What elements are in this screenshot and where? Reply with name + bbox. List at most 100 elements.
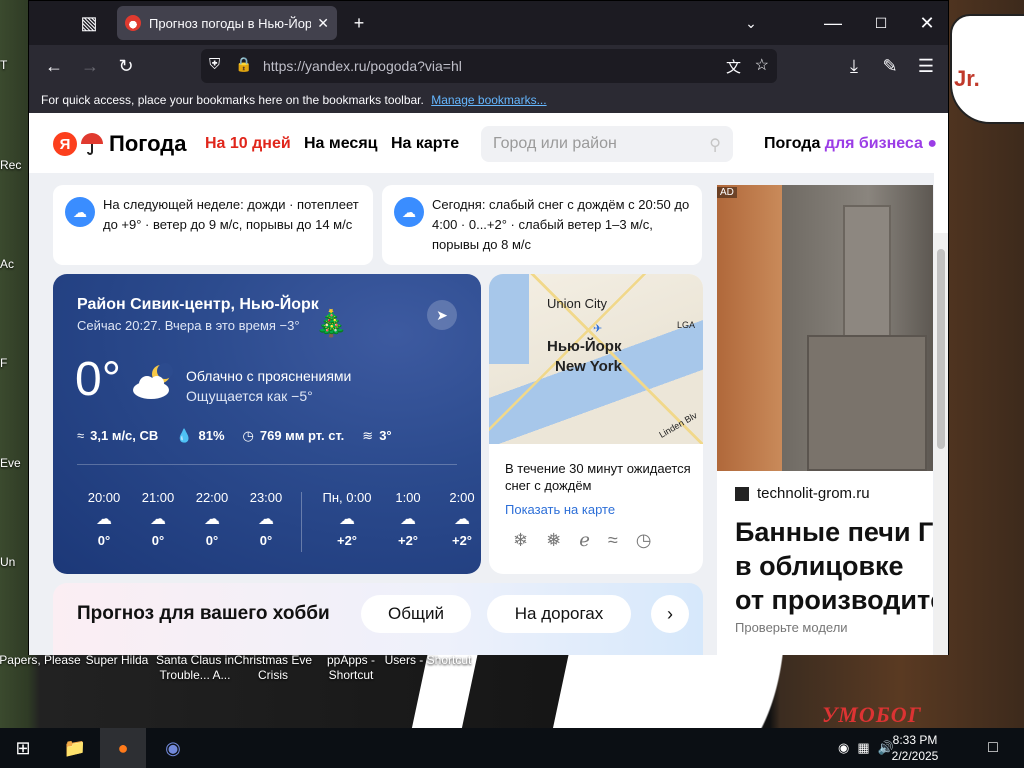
network-icon[interactable]: ▦ [857, 740, 869, 756]
location-name[interactable]: Район Сивик-центр, Нью-Йорк [77, 296, 319, 314]
weather-map[interactable]: Union City Нью-Йорк New York LGA Linden … [489, 274, 703, 444]
desktop-icon[interactable]: Users - Shortcut [384, 653, 472, 668]
url-bar[interactable]: ⛨ 🔒 https://yandex.ru/pogoda?via=hl 文 ☆ [201, 49, 777, 83]
desktop-edge-label[interactable]: Rec [0, 158, 30, 172]
humidity-icon: 💧 [176, 428, 193, 443]
forward-icon[interactable]: → [75, 51, 105, 81]
advertisement[interactable]: AD technolit-grom.ru Банные печи Г в обл… [717, 185, 933, 655]
current-temperature: 0° [75, 353, 121, 406]
chevron-down-icon[interactable]: ⌄ [737, 9, 765, 37]
desktop-icon[interactable]: ppApps - Shortcut [307, 653, 395, 683]
search-icon[interactable]: ⚲ [709, 135, 721, 155]
desktop-edge-label[interactable]: F [0, 356, 30, 370]
clock[interactable]: 8:33 PM 2/2/2025 [886, 732, 944, 764]
reload-icon[interactable]: ↻ [111, 51, 141, 81]
snow-rain-icon: ☁ [150, 511, 166, 528]
site-logo[interactable]: Я Погода [53, 131, 186, 157]
extensions-icon[interactable]: ✎ [875, 51, 905, 81]
hour-time: 21:00 [141, 490, 175, 505]
ad-headline[interactable]: Банные печи Г в облицовке от производите… [735, 515, 933, 639]
chevron-right-icon[interactable]: › [651, 595, 689, 633]
file-explorer-icon[interactable]: 📁 [52, 728, 98, 768]
windows-start-icon[interactable]: ⊞ [0, 728, 46, 768]
desktop-edge-label[interactable]: Eve [0, 456, 30, 470]
show-on-map-link[interactable]: Показать на карте [505, 502, 615, 517]
hour-temp: 0° [205, 533, 219, 548]
precipitation-icon[interactable]: ❄ [513, 530, 528, 551]
city-search-input[interactable]: Город или район ⚲ [481, 126, 733, 162]
firefox-icon[interactable]: ● [100, 728, 146, 768]
download-icon[interactable]: ⤓ [839, 51, 869, 81]
hourly-item[interactable]: 1:00 ☁ +2° [383, 490, 433, 548]
thermometer-icon[interactable]: ℯ [579, 530, 590, 551]
manage-bookmarks-link[interactable]: Manage bookmarks... [431, 93, 546, 107]
site-logo-icon [735, 486, 749, 501]
discord-tray-icon[interactable]: ◉ [838, 740, 849, 756]
back-icon[interactable]: ← [39, 51, 69, 81]
desktop-edge-label[interactable]: Ac [0, 257, 30, 271]
hour-time: 2:00 [449, 490, 475, 505]
hourly-item[interactable]: Пн, 0:00 ☁ +2° [317, 490, 377, 548]
translate-icon[interactable]: 文 [726, 56, 741, 77]
star-icon[interactable]: ☆ [755, 55, 769, 75]
today-alert-card[interactable]: ☁ Сегодня: слабый снег с дождём с 20:50 … [382, 185, 702, 265]
vertical-scrollbar[interactable] [934, 233, 948, 655]
alert-text: Сегодня: слабый снег с дождём с 20:50 до… [432, 197, 690, 252]
maximize-icon[interactable]: ☐ [867, 9, 895, 37]
rain-cloud-icon: ☁ [65, 197, 95, 227]
map-label: LGA [677, 320, 696, 330]
snowflake-icon[interactable]: ❅ [546, 530, 561, 551]
feels-like-text: Ощущается как −5° [186, 388, 313, 404]
hourly-item[interactable]: 20:00 ☁ 0° [79, 490, 129, 548]
discord-icon[interactable]: ◉ [150, 728, 196, 768]
desktop-icon-label: Users - Shortcut [384, 653, 472, 667]
hourly-item[interactable]: 21:00 ☁ 0° [133, 490, 183, 548]
desktop-icon[interactable]: Santa Claus in Trouble... A... [151, 653, 239, 683]
nav-month[interactable]: На месяц [304, 135, 378, 153]
desktop-edge-label[interactable]: Un [0, 555, 30, 569]
desktop-icon[interactable]: Christmas Eve Crisis [229, 653, 317, 683]
hour-time: 23:00 [249, 490, 283, 505]
map-card[interactable]: Union City Нью-Йорк New York LGA Linden … [489, 274, 703, 574]
hourly-item[interactable]: 23:00 ☁ 0° [241, 490, 291, 548]
url-text[interactable]: https://yandex.ru/pogoda?via=hl [263, 58, 462, 74]
hobby-tab-roads[interactable]: На дорогах [487, 595, 631, 633]
ad-tag: AD [717, 187, 737, 198]
site-header: Я Погода На 10 дней На месяц На карте Го… [29, 113, 948, 173]
minimize-icon[interactable]: — [819, 9, 847, 37]
tab-list-icon[interactable]: ▧ [75, 9, 103, 37]
ad-site[interactable]: technolit-grom.ru [735, 485, 870, 502]
desktop-icon[interactable]: Papers, Please [0, 653, 84, 668]
geolocation-icon[interactable]: ➤ [427, 300, 457, 330]
hourly-item[interactable]: 22:00 ☁ 0° [187, 490, 237, 548]
airport-icon: ✈ [593, 323, 603, 335]
business-link[interactable]: Погода для бизнеса ● [764, 135, 937, 153]
desktop-icon[interactable]: Super Hilda [73, 653, 161, 668]
nav-10-days[interactable]: На 10 дней [205, 135, 291, 153]
hourly-item[interactable]: 2:00 ☁ +2° [437, 490, 481, 548]
weekly-alert-card[interactable]: ☁ На следующей неделе: дожди · потеплеет… [53, 185, 373, 265]
clock-time: 8:33 PM [892, 733, 938, 747]
close-tab-icon[interactable]: ✕ [317, 15, 329, 32]
night-snow-icon: ☁ [454, 511, 470, 528]
browser-tab[interactable]: Прогноз погоды в Нью-Йорке ✕ [117, 6, 337, 40]
desktop-edge-label[interactable]: T [0, 58, 30, 72]
wallpaper-stripe [550, 650, 660, 740]
map-label: Union City [547, 296, 607, 311]
wind-icon[interactable]: ≈ [608, 530, 618, 551]
ad-image[interactable] [717, 185, 933, 471]
close-window-icon[interactable]: ✕ [913, 9, 941, 37]
hobby-tab-general[interactable]: Общий [361, 595, 471, 633]
new-tab-icon[interactable]: + [345, 9, 373, 37]
notifications-icon[interactable]: □ [970, 728, 1016, 768]
shield-icon[interactable]: ⛨ [209, 56, 220, 73]
map-label: Linden Blv [657, 410, 699, 440]
ad-headline-line: Банные печи Г [735, 517, 933, 547]
menu-icon[interactable]: ☰ [911, 51, 941, 81]
pressure-gauge-icon[interactable]: ◷ [636, 530, 652, 551]
hour-time: 1:00 [395, 490, 421, 505]
lock-icon[interactable]: 🔒 [235, 56, 252, 73]
yandex-weather-favicon [125, 15, 141, 31]
scrollbar-thumb[interactable] [937, 249, 945, 449]
nav-map[interactable]: На карте [391, 135, 459, 153]
